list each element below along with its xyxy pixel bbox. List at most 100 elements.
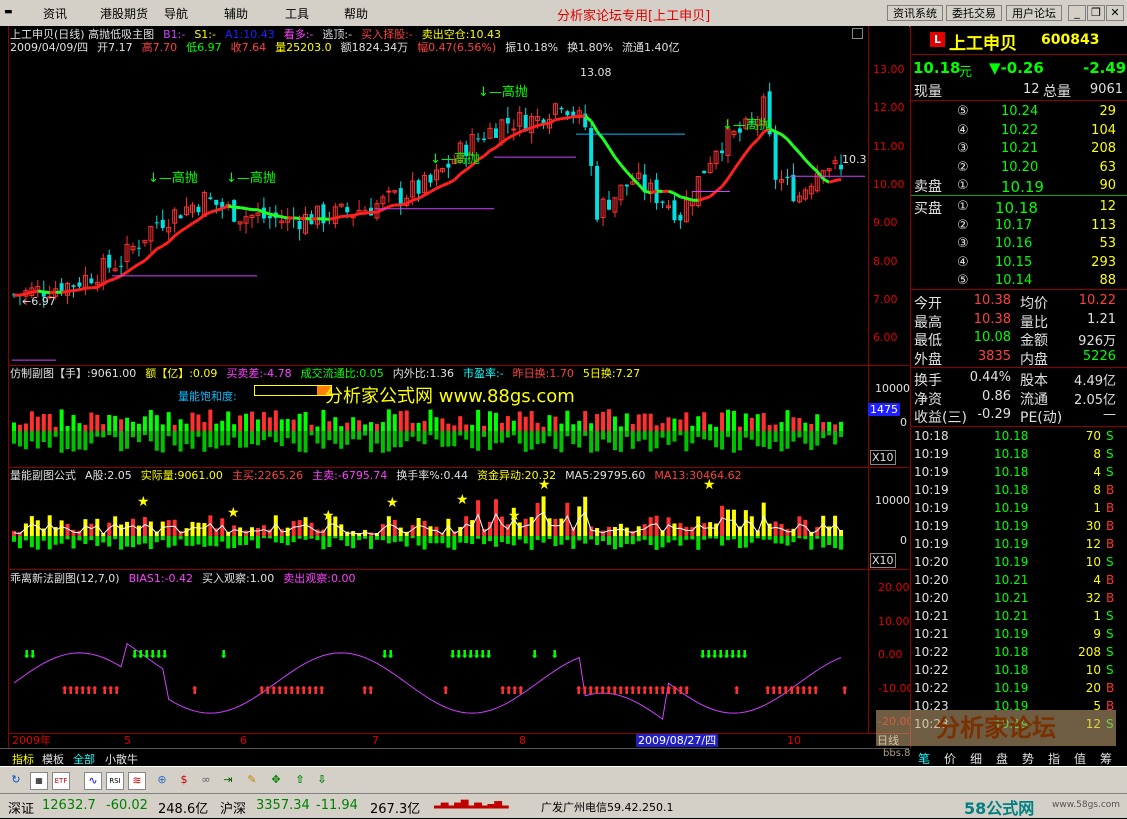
header-seg: 换手率%:0.44 [396, 469, 468, 482]
right-tab[interactable]: 细 [970, 750, 982, 767]
forum-button[interactable]: 用户论坛 [1006, 5, 1062, 21]
header-seg: A股:2.05 [85, 469, 132, 482]
sub1-axis-zero: 0 [900, 416, 907, 429]
sh-change: -11.94 [316, 798, 358, 813]
flow-bar-neg [839, 536, 843, 550]
tab-moban[interactable]: 模板 [42, 751, 64, 767]
menu-item-bangzhu[interactable]: 帮助 [344, 5, 368, 22]
cycle-icon[interactable]: ↻ [8, 772, 24, 788]
volume-bar [280, 419, 284, 431]
menu-item-zixun[interactable]: 资讯 [43, 5, 67, 22]
flow-bar-neg [369, 536, 373, 549]
zixun-system-button[interactable]: 资讯系统 [887, 5, 943, 21]
tick-row: 10:22 [914, 681, 949, 695]
arrow-up-icon[interactable]: ⇧ [292, 772, 308, 788]
app-icon[interactable]: ▬ [4, 7, 13, 17]
volume-bar [750, 418, 754, 431]
candle-body [625, 185, 629, 187]
volume-bar-neg [101, 431, 105, 437]
flow-bar-neg [589, 536, 593, 539]
sell-row: 10.19 [1001, 178, 1044, 196]
compass-icon[interactable]: ⊕ [154, 772, 170, 788]
candle-body [607, 200, 611, 210]
volume-bar-neg [327, 431, 331, 440]
right-tab[interactable]: 值 [1074, 750, 1086, 767]
volume-bar [411, 423, 415, 431]
pencil-icon[interactable]: ✎ [244, 772, 260, 788]
flow-bar-neg [292, 536, 296, 542]
tick-row: 10:19 [914, 447, 949, 461]
volume-bar-neg [601, 431, 605, 440]
rsi-icon[interactable]: RSI [106, 772, 124, 790]
candle-body [720, 151, 724, 154]
chart-area[interactable]: 上工申贝(日线) 高抛低吸主图B1:-S1:-A1:10.43看多:-逃顶:-买… [0, 26, 909, 748]
header-seg: MA13:30464.62 [654, 469, 741, 482]
right-tab[interactable]: 指 [1048, 750, 1060, 767]
arrow-down-icon[interactable]: ⇩ [314, 772, 330, 788]
volume-bar [649, 414, 653, 431]
right-tab[interactable]: 价 [944, 750, 956, 767]
volume-bar [12, 423, 16, 431]
volume-bar-neg [482, 431, 486, 437]
kline-icon[interactable]: ≋ [128, 772, 146, 790]
flow-bar-neg [423, 536, 427, 549]
volume-bar [42, 414, 46, 431]
right-tab[interactable]: 盘 [996, 750, 1008, 767]
volume-bar-neg [381, 431, 385, 453]
volume-bar [607, 409, 611, 431]
right-tab[interactable]: 筹 [1100, 750, 1112, 767]
sell-row: 10.22 [1001, 123, 1038, 138]
minimize-button[interactable]: _ [1068, 5, 1086, 21]
restore-button[interactable]: ❐ [1087, 5, 1105, 21]
tick-row: 20 [1061, 681, 1101, 695]
candle-body [137, 248, 141, 249]
flow-bar-neg [60, 536, 64, 544]
export-icon[interactable]: ⇥ [220, 772, 236, 788]
link-icon[interactable]: ∞ [198, 772, 214, 788]
x-tick: 5 [124, 734, 131, 747]
flow-bar-neg [345, 536, 349, 546]
sub2-x10[interactable]: X10 [870, 553, 896, 568]
candle-body [208, 197, 212, 199]
tab-xiaosanniu[interactable]: 小散牛 [105, 751, 138, 767]
flow-bar [470, 520, 474, 536]
menu-item-ganggu[interactable]: 港股期货 [100, 5, 148, 22]
right-tab[interactable]: 势 [1022, 750, 1034, 767]
volume-bar-neg [732, 431, 736, 453]
volume-bar-neg [774, 431, 778, 442]
flow-bar-neg [434, 536, 438, 543]
tick-row: S [1106, 429, 1114, 443]
flow-bar-neg [274, 536, 278, 542]
volume-bar-neg [488, 431, 492, 450]
volume-bar [601, 412, 605, 431]
right-tab[interactable]: 笔 [918, 750, 930, 767]
menu-item-gongju[interactable]: 工具 [285, 5, 309, 22]
tab-quanbu[interactable]: 全部 [73, 751, 95, 767]
flow-bar-neg [357, 536, 361, 540]
sub1-x10[interactable]: X10 [870, 450, 896, 465]
x-tick: 8 [519, 734, 526, 747]
grid-icon[interactable]: ▦ [30, 772, 48, 790]
close-button[interactable]: ✕ [1106, 5, 1124, 21]
volume-bar [542, 427, 546, 431]
flow-bar-neg [803, 536, 807, 539]
volume-bar-neg [440, 431, 444, 447]
flow-bar-neg [238, 536, 242, 545]
trade-button[interactable]: 委托交易 [946, 5, 1002, 21]
volume-bar [339, 426, 343, 431]
volume-bar [726, 410, 730, 431]
flow-bar [423, 521, 427, 536]
header-seg: 5日换:7.27 [583, 367, 640, 380]
menu-item-fuzhu[interactable]: 辅助 [224, 5, 248, 22]
volume-bar-neg [530, 431, 534, 450]
menu-item-daohang[interactable]: 导航 [164, 5, 188, 22]
stat2-row: 0.86 [959, 389, 1011, 404]
chart-icon[interactable]: ∿ [84, 772, 102, 790]
move-icon[interactable]: ✥ [268, 772, 284, 788]
flow-bar-neg [655, 536, 659, 550]
tab-zhibiao[interactable]: 指标 [12, 751, 34, 767]
flow-bar-neg [125, 536, 129, 547]
volume-bar-neg [292, 431, 296, 443]
etf-icon[interactable]: ETF [52, 772, 70, 790]
dollar-icon[interactable]: $ [176, 772, 192, 788]
